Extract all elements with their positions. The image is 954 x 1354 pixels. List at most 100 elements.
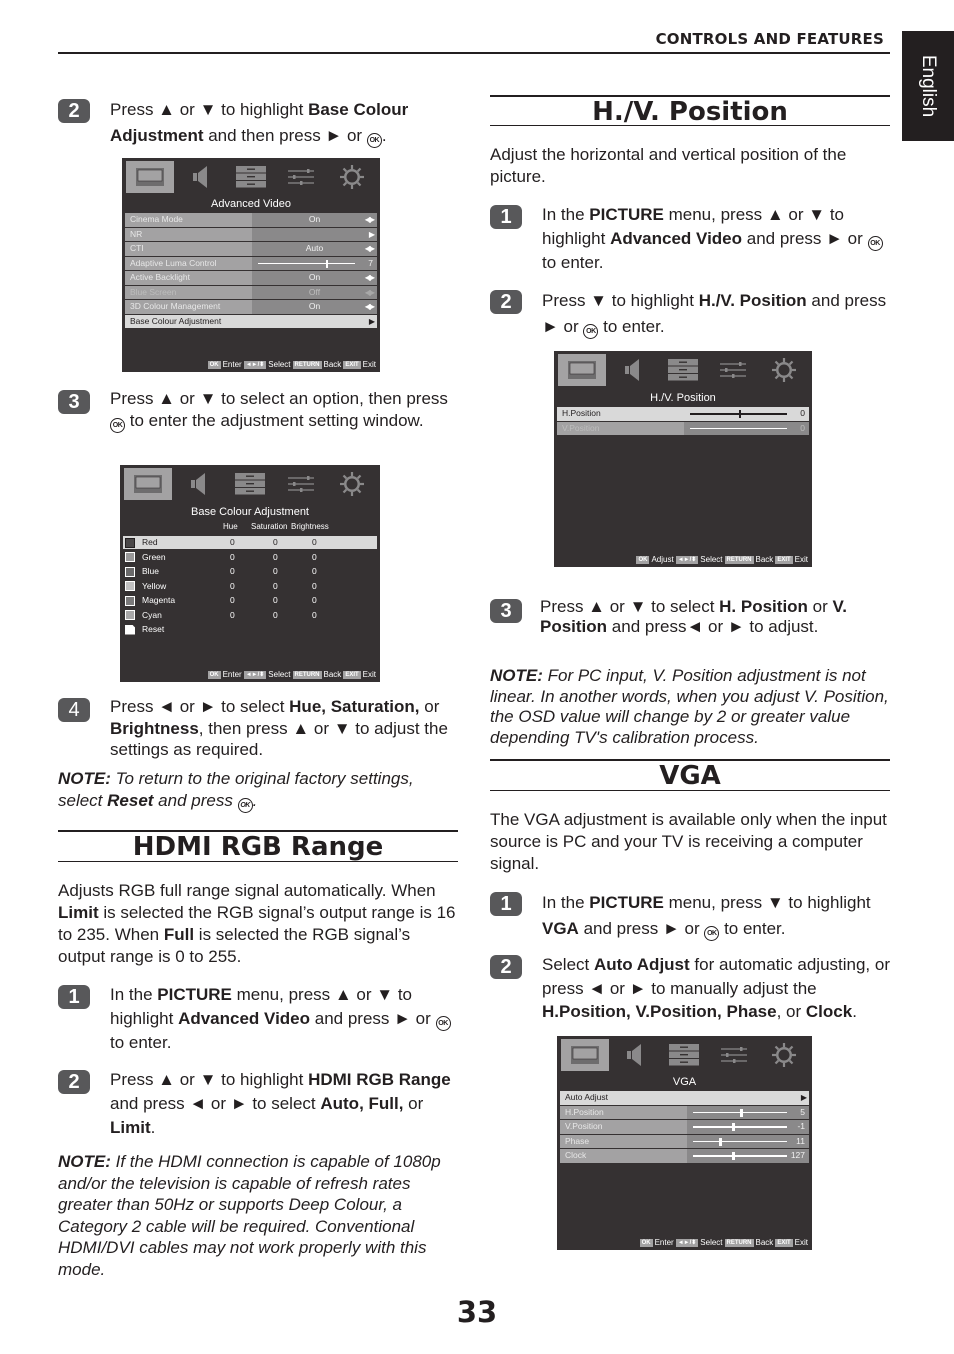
preferences-icon[interactable] [277, 161, 325, 193]
osd-slider-thumb[interactable] [740, 1108, 743, 1117]
osd-slider-thumb[interactable] [738, 410, 741, 418]
osd-row[interactable]: NR ▶ [125, 227, 377, 242]
osd-row[interactable]: Clock 127 [560, 1149, 809, 1163]
sound-icon[interactable] [177, 161, 225, 193]
osd-row[interactable]: H.Position 0 [557, 407, 809, 421]
osd-row[interactable]: Auto Adjust ▶ [560, 1091, 809, 1105]
bold-term: H. Position [719, 597, 808, 616]
hint-label: Select [700, 555, 723, 564]
step-badge: 1 [490, 205, 522, 229]
text-run: or [419, 697, 440, 716]
osd-slider-track[interactable] [690, 427, 787, 429]
picture-icon[interactable] [124, 468, 173, 500]
setup-icon[interactable] [227, 161, 275, 193]
colour-row[interactable]: Red 0 0 0 [123, 536, 377, 549]
osd-row-value: ▶ [252, 227, 377, 242]
settings-icon[interactable] [328, 468, 376, 500]
settings-icon[interactable] [328, 161, 376, 193]
osd-row[interactable]: 3D Colour Management On ◀▶ [125, 300, 377, 314]
hint-label: Back [323, 360, 342, 369]
osd-slider-thumb[interactable] [732, 1152, 735, 1160]
picture-icon[interactable] [126, 161, 175, 193]
osd-advanced-video: Advanced Video Cinema Mode On ◀▶ NR ▶ CTI Auto ◀… [122, 158, 380, 372]
osd-slider-thumb[interactable] [732, 1123, 735, 1131]
osd-slider-track[interactable] [258, 259, 355, 268]
osd-row[interactable]: Active Backlight On ◀▶ [125, 271, 377, 285]
hint-label: Select [700, 1238, 723, 1247]
settings-icon[interactable] [760, 354, 808, 386]
colour-row[interactable]: Reset [123, 623, 377, 636]
left-right-arrows-icon[interactable]: ◀▶ [365, 213, 375, 227]
osd-row[interactable]: H.Position 5 [560, 1105, 809, 1119]
colour-row[interactable]: Magenta 0 0 0 [123, 594, 377, 607]
osd-row-label: Adaptive Luma Control [125, 256, 252, 270]
submenu-arrow-icon[interactable]: ▶ [369, 315, 375, 329]
return-key-icon: RETURN [292, 360, 322, 369]
step-text: Press ▲ or ▼ to select H. Position or V.… [540, 597, 890, 637]
colour-value: 0 [273, 551, 278, 562]
left-right-arrows-icon[interactable]: ◀▶ [365, 242, 375, 256]
hint-label: Select [268, 670, 291, 679]
osd-row[interactable]: V.Position -1 [560, 1120, 809, 1134]
colour-row[interactable]: Cyan 0 0 0 [123, 609, 377, 622]
colour-row[interactable]: Green 0 0 0 [123, 551, 377, 564]
osd-row-value: -1 [687, 1120, 809, 1134]
column-header: Saturation [251, 522, 288, 531]
hdmi-rgb-range-title: HDMI RGB Range [58, 830, 458, 862]
osd-slider-track[interactable] [693, 1108, 787, 1117]
ok-button-icon: OK [237, 797, 253, 813]
text-run: Adjusts RGB full range signal automatica… [58, 881, 436, 900]
osd-slider-track[interactable] [693, 1123, 787, 1131]
picture-icon[interactable] [560, 1039, 609, 1071]
colour-value: 0 [312, 595, 317, 605]
left-right-arrows-icon[interactable]: ◀▶ [365, 300, 375, 314]
submenu-arrow-icon[interactable]: ▶ [801, 1091, 807, 1105]
submenu-arrow-icon[interactable]: ▶ [369, 228, 375, 242]
setup-icon[interactable] [226, 468, 274, 500]
osd-row[interactable]: V.Position 0 [557, 421, 809, 435]
language-tab: English [902, 31, 954, 141]
left-right-arrows-icon[interactable]: ◀▶ [365, 286, 375, 300]
osd-option-value: Off [308, 286, 321, 297]
osd-row[interactable]: Adaptive Luma Control 7 [125, 256, 377, 270]
osd-row[interactable]: Base Colour Adjustment ▶ [125, 314, 377, 329]
osd-title: Advanced Video [211, 198, 291, 210]
osd-row[interactable]: CTI Auto ◀▶ [125, 242, 377, 256]
osd-row-value: Auto ◀▶ [252, 242, 377, 256]
settings-icon[interactable] [760, 1039, 808, 1071]
language-label: English [918, 54, 939, 118]
osd-row[interactable]: Phase 11 [560, 1134, 809, 1148]
picture-icon[interactable] [558, 354, 607, 386]
osd-row[interactable]: Cinema Mode On ◀▶ [125, 213, 377, 227]
left-right-arrows-icon[interactable]: ◀▶ [365, 271, 375, 285]
sound-icon[interactable] [611, 1039, 659, 1071]
preferences-icon[interactable] [710, 1039, 758, 1071]
hint-label: Exit [362, 360, 376, 369]
sound-icon[interactable] [609, 354, 657, 386]
setup-icon[interactable] [660, 1039, 708, 1071]
colour-value: 0 [312, 580, 317, 591]
osd-slider-track[interactable] [690, 410, 787, 418]
return-key-icon: RETURN [292, 670, 322, 679]
osd-row[interactable]: Blue Screen Off ◀▶ [125, 285, 377, 300]
text-run: In the [110, 985, 158, 1004]
osd-slider-track[interactable] [693, 1137, 787, 1146]
osd-slider-track[interactable] [693, 1152, 787, 1160]
text-run: Select [542, 955, 594, 974]
osd-key-hints: OK Adjust ◄►/⬍ Select RETURN Back EXIT Exit [636, 555, 808, 564]
colour-row[interactable]: Yellow 0 0 0 [123, 580, 377, 593]
colour-value: 0 [273, 595, 278, 605]
bold-term: Advanced Video [178, 1009, 311, 1028]
colour-row[interactable]: Blue 0 0 0 [123, 565, 377, 578]
setup-icon[interactable] [659, 354, 707, 386]
step-badge: 1 [490, 892, 522, 916]
osd-slider-thumb[interactable] [325, 259, 329, 268]
step-badge: 2 [58, 99, 90, 123]
osd-row-value: Off ◀▶ [252, 285, 377, 300]
sound-icon[interactable] [175, 468, 223, 500]
preferences-icon[interactable] [277, 468, 325, 500]
osd-slider-thumb[interactable] [719, 1137, 722, 1146]
text-run: menu, press ▼ to highlight [663, 893, 871, 912]
preferences-icon[interactable] [709, 354, 757, 386]
bold-term: Reset [107, 790, 154, 810]
